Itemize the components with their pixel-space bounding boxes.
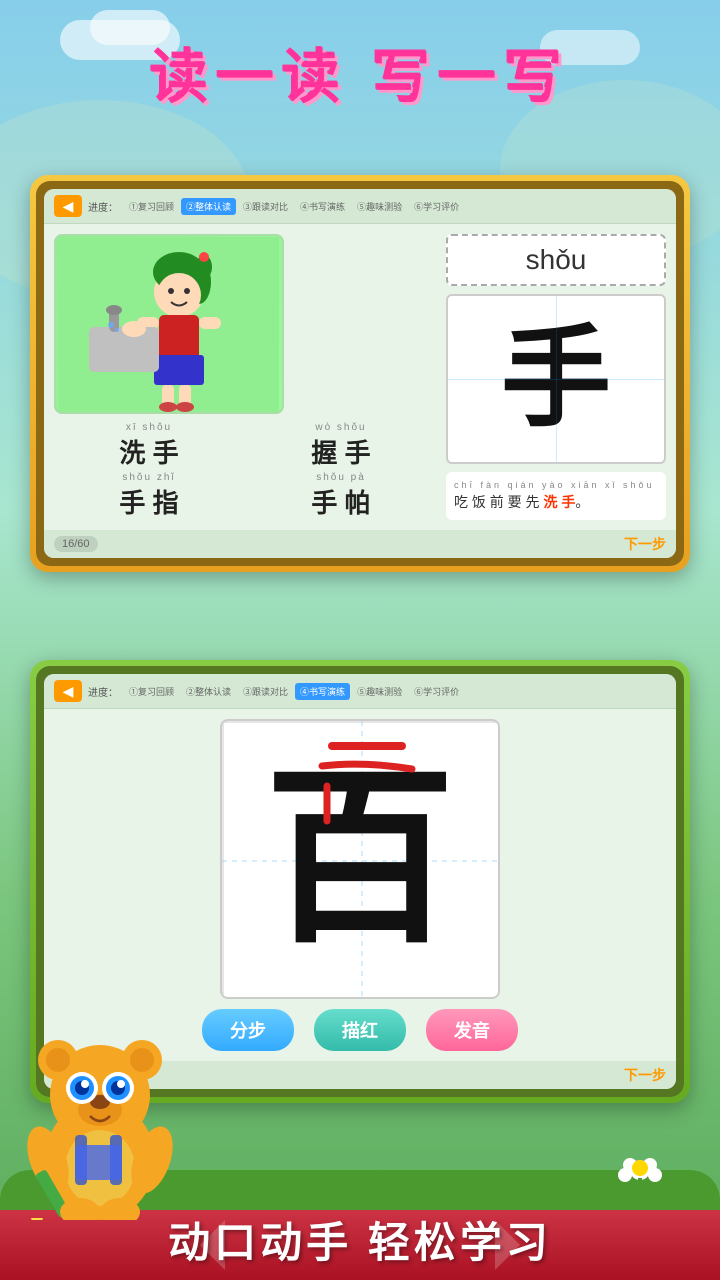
back-button-top[interactable]: ◀ <box>54 195 82 217</box>
card-top: ◀ 进度： ①复习回顾 ②整体认读 ③跟读对比 ④书写演练 ⑤趣味测验 ⑥学习评… <box>30 175 690 572</box>
right-section-top: shǒu 手 chī fàn qián yào xiān xǐ shǒu 吃 饭… <box>446 234 666 520</box>
card-content-top: ◀ 进度： ①复习回顾 ②整体认读 ③跟读对比 ④书写演练 ⑤趣味测验 ⑥学习评… <box>44 189 676 558</box>
step-2[interactable]: ②整体认读 <box>181 198 236 215</box>
vocab-char-3: 手 指 <box>54 483 244 520</box>
left-section-top: xī shǒu 洗 手 wò shǒu 握 手 shǒu zhǐ 手 指 <box>54 234 436 520</box>
b-step-5[interactable]: ⑤趣味测验 <box>352 683 407 700</box>
progress-label-bottom: 进度： <box>88 684 118 699</box>
character-display-top: 手 <box>446 294 666 464</box>
vocab-char-4: 手 帕 <box>246 483 436 520</box>
btn-miaohong[interactable]: 描红 <box>314 1009 406 1051</box>
next-button-top[interactable]: 下一步 <box>624 534 666 554</box>
step-4[interactable]: ④书写演练 <box>295 198 350 215</box>
main-title: 读一读 写一写 <box>0 30 720 114</box>
b-step-4[interactable]: ④书写演练 <box>295 683 350 700</box>
b-step-6[interactable]: ⑥学习评价 <box>409 683 464 700</box>
char-grid <box>448 296 664 462</box>
vocab-item-3: shǒu zhǐ 手 指 <box>54 472 244 520</box>
card-body-bottom: 百 分步 描红 发音 <box>44 709 676 1061</box>
progress-bar-top: ◀ 进度： ①复习回顾 ②整体认读 ③跟读对比 ④书写演练 ⑤趣味测验 ⑥学习评… <box>44 189 676 224</box>
vocab-list: xī shǒu 洗 手 wò shǒu 握 手 shǒu zhǐ 手 指 <box>54 422 436 520</box>
card-body-top: xī shǒu 洗 手 wò shǒu 握 手 shǒu zhǐ 手 指 <box>44 224 676 530</box>
vocab-item-4: shǒu pà 手 帕 <box>246 472 436 520</box>
card-footer-top: 16/60 下一步 <box>44 530 676 558</box>
vocab-char-2: 握 手 <box>246 433 436 470</box>
girl-illustration <box>59 237 279 412</box>
vocab-pinyin-3: shǒu zhǐ <box>54 472 244 483</box>
sentence-highlight: 洗 手 <box>543 494 575 510</box>
vocab-pinyin-1: xī shǒu <box>54 422 244 433</box>
back-button-bottom[interactable]: ◀ <box>54 680 82 702</box>
vocab-pinyin-4: shǒu pà <box>246 472 436 483</box>
pinyin-display: shǒu <box>446 234 666 286</box>
writing-box[interactable]: 百 <box>220 719 500 999</box>
btn-fenbu[interactable]: 分步 <box>202 1009 294 1051</box>
b-step-2[interactable]: ②整体认读 <box>181 683 236 700</box>
progress-bar-bottom: ◀ 进度： ①复习回顾 ②整体认读 ③跟读对比 ④书写演练 ⑤趣味测验 ⑥学习评… <box>44 674 676 709</box>
vocab-item-2: wò shǒu 握 手 <box>246 422 436 470</box>
next-button-bottom[interactable]: 下一步 <box>624 1065 666 1085</box>
illustration-top <box>54 234 284 414</box>
vocab-char-1: 洗 手 <box>54 433 244 470</box>
step-6[interactable]: ⑥学习评价 <box>409 198 464 215</box>
btn-fayin[interactable]: 发音 <box>426 1009 518 1051</box>
step-5[interactable]: ⑤趣味测验 <box>352 198 407 215</box>
b-step-3[interactable]: ③跟读对比 <box>238 683 293 700</box>
b-step-1[interactable]: ①复习回顾 <box>124 683 179 700</box>
vocab-item-1: xī shǒu 洗 手 <box>54 422 244 470</box>
progress-label-top: 进度： <box>88 199 118 214</box>
bear-character <box>20 1020 180 1220</box>
action-buttons: 分步 描红 发音 <box>202 1009 518 1051</box>
vocab-pinyin-2: wò shǒu <box>246 422 436 433</box>
step-3[interactable]: ③跟读对比 <box>238 198 293 215</box>
sentence-area: chī fàn qián yào xiān xǐ shǒu 吃 饭 前 要 先 … <box>446 472 666 520</box>
card-inner-brown: ◀ 进度： ①复习回顾 ②整体认读 ③跟读对比 ④书写演练 ⑤趣味测验 ⑥学习评… <box>36 181 684 566</box>
sentence-pinyin: chī fàn qián yào xiān xǐ shǒu <box>454 480 658 490</box>
page-number-top: 16/60 <box>54 536 98 552</box>
sentence-text: 吃 饭 前 要 先 洗 手。 <box>454 492 658 512</box>
progress-steps-top: ①复习回顾 ②整体认读 ③跟读对比 ④书写演练 ⑤趣味测验 ⑥学习评价 <box>124 198 666 215</box>
step-1[interactable]: ①复习回顾 <box>124 198 179 215</box>
main-character-bottom: 百 <box>265 764 455 954</box>
card-outer-gold: ◀ 进度： ①复习回顾 ②整体认读 ③跟读对比 ④书写演练 ⑤趣味测验 ⑥学习评… <box>30 175 690 572</box>
banner-text: 动口动手 轻松学习 <box>168 1209 552 1270</box>
progress-steps-bottom: ①复习回顾 ②整体认读 ③跟读对比 ④书写演练 ⑤趣味测验 ⑥学习评价 <box>124 683 666 700</box>
